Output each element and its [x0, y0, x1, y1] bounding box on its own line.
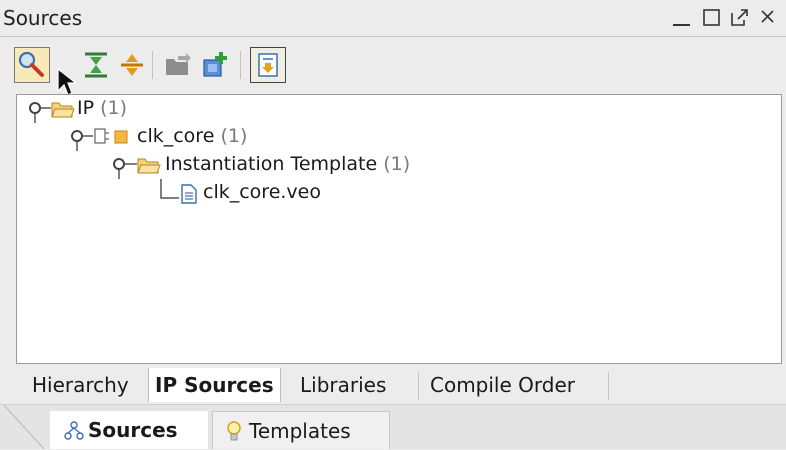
tab-sources[interactable]: Sources — [50, 411, 208, 449]
search-icon — [18, 51, 44, 77]
minimize-icon[interactable] — [670, 4, 694, 30]
tab-separator — [608, 372, 609, 400]
tab-separator — [418, 372, 419, 400]
folder-open-icon — [137, 158, 161, 174]
expand-all-icon — [121, 54, 143, 76]
tree-node-count: (1) — [220, 125, 248, 147]
expand-all-button[interactable] — [114, 47, 150, 83]
collapse-all-icon — [85, 52, 107, 78]
toolbar-separator — [240, 51, 241, 79]
tab-libraries[interactable]: Libraries — [294, 368, 392, 402]
show-hierarchy-toggle[interactable] — [250, 47, 286, 83]
add-sources-button[interactable] — [160, 47, 196, 83]
panel-title: Sources — [3, 6, 83, 30]
folder-open-icon — [51, 102, 75, 118]
tree-node-clk-core-veo[interactable]: clk_core.veo — [203, 179, 321, 205]
expand-toggle-icon[interactable] — [67, 127, 87, 147]
file-icon — [181, 184, 197, 204]
tree-node-instantiation-template[interactable]: Instantiation Template (1) — [165, 151, 410, 177]
tab-templates-label: Templates — [249, 419, 351, 443]
expand-toggle-icon[interactable] — [25, 99, 45, 119]
float-icon[interactable] — [728, 4, 752, 30]
tab-hierarchy[interactable]: Hierarchy — [26, 368, 135, 402]
expand-toggle-icon[interactable] — [109, 155, 129, 175]
ip-core-icon — [94, 128, 128, 144]
sources-tree: IP (1) clk_core (1) Instantiation Templa… — [16, 94, 782, 364]
tree-node-label: clk_core — [137, 125, 215, 147]
tab-compile-order[interactable]: Compile Order — [424, 368, 581, 402]
ip-add-icon — [203, 52, 227, 77]
maximize-icon[interactable] — [700, 4, 724, 30]
tree-node-label: IP — [77, 97, 95, 119]
mouse-cursor-icon — [57, 67, 78, 96]
toolbar — [0, 37, 786, 96]
tab-sources-label: Sources — [88, 418, 178, 442]
panel-titlebar: Sources — [0, 0, 786, 37]
tree-node-label: Instantiation Template — [165, 153, 378, 175]
close-icon[interactable] — [756, 4, 780, 30]
tree-node-clk-core[interactable]: clk_core (1) — [137, 123, 247, 149]
collapse-all-button[interactable] — [78, 47, 114, 83]
add-ip-button[interactable] — [198, 47, 234, 83]
view-tab-strip: Hierarchy IP Sources Libraries Compile O… — [0, 366, 786, 404]
toolbar-separator — [152, 51, 153, 79]
tree-node-count: (1) — [100, 97, 128, 119]
tree-node-count: (1) — [383, 153, 411, 175]
tab-ip-sources[interactable]: IP Sources — [148, 368, 281, 402]
folder-add-icon — [166, 53, 191, 75]
tab-templates[interactable]: Templates — [212, 411, 390, 449]
sources-hierarchy-icon — [64, 421, 84, 440]
lightbulb-icon — [227, 421, 241, 441]
tree-node-ip[interactable]: IP (1) — [77, 95, 127, 121]
document-arrow-icon — [258, 53, 278, 77]
search-button[interactable] — [14, 47, 50, 83]
tree-node-label: clk_core.veo — [203, 181, 321, 203]
panel-tab-strip: Sources Templates — [0, 404, 786, 449]
